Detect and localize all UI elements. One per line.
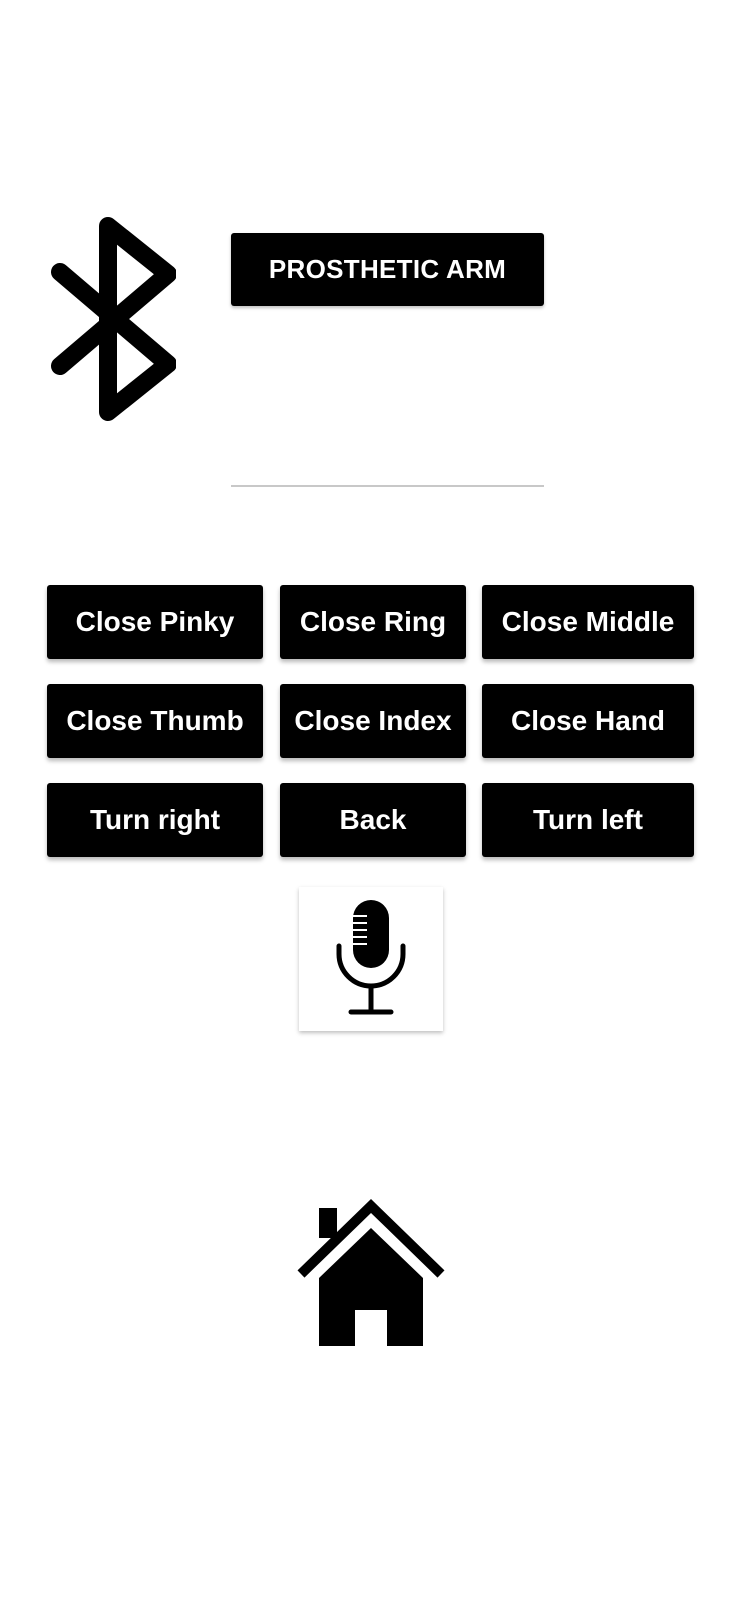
- close-pinky-button[interactable]: Close Pinky: [47, 585, 263, 659]
- device-button-label: PROSTHETIC ARM: [268, 254, 507, 284]
- microphone-icon: [336, 900, 406, 1015]
- close-index-button[interactable]: Close Index: [280, 684, 466, 758]
- home-icon[interactable]: [297, 1198, 445, 1348]
- device-connect-button[interactable]: PROSTHETIC ARM: [231, 233, 544, 306]
- voice-command-button[interactable]: [299, 887, 443, 1031]
- bluetooth-icon[interactable]: [44, 214, 176, 424]
- close-hand-button[interactable]: Close Hand: [482, 684, 694, 758]
- close-ring-button[interactable]: Close Ring: [280, 585, 466, 659]
- turn-left-button[interactable]: Turn left: [482, 783, 694, 857]
- back-button[interactable]: Back: [280, 783, 466, 857]
- close-thumb-button[interactable]: Close Thumb: [47, 684, 263, 758]
- turn-right-button[interactable]: Turn right: [47, 783, 263, 857]
- status-text-underline: [231, 485, 544, 487]
- close-middle-button[interactable]: Close Middle: [482, 585, 694, 659]
